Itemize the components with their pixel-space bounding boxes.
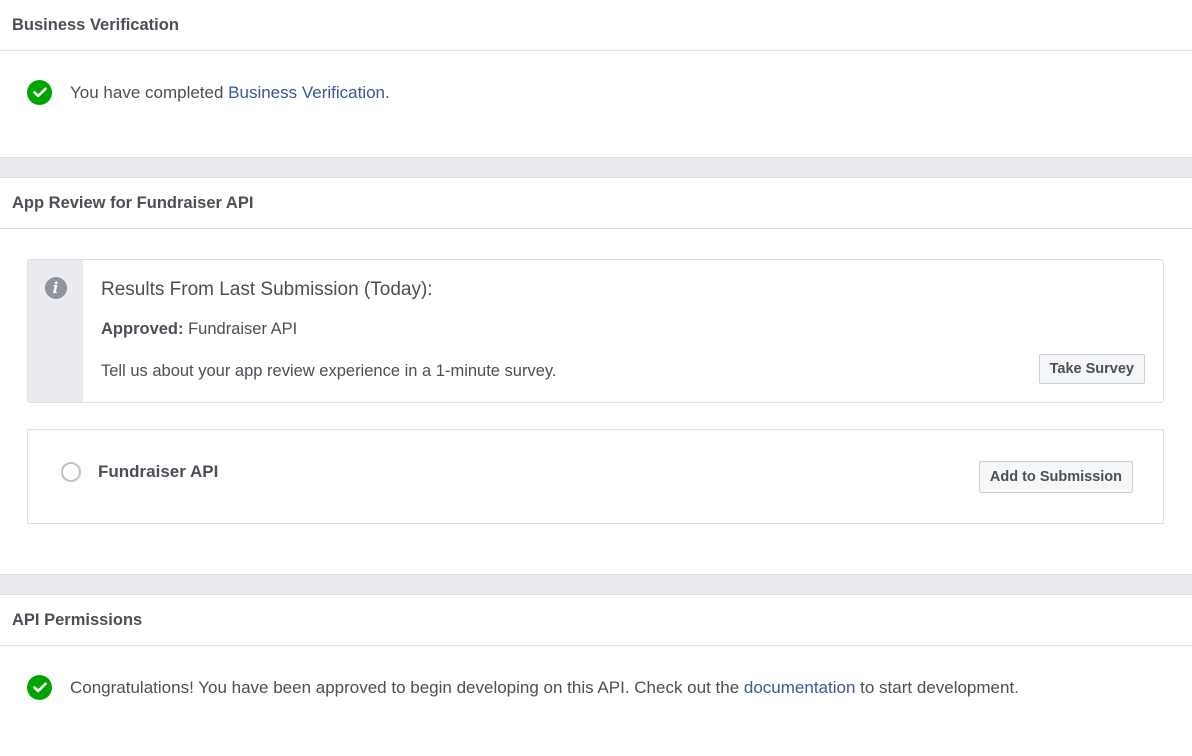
section-title: API Permissions (0, 595, 1192, 646)
api-item: Fundraiser API Add to Submission (27, 429, 1164, 524)
submission-results-box: i Results From Last Submission (Today): … (27, 259, 1164, 403)
section-title: Business Verification (0, 0, 1192, 51)
documentation-link[interactable]: documentation (744, 678, 856, 697)
check-circle-icon (27, 675, 52, 700)
section-title: App Review for Fundraiser API (0, 178, 1192, 229)
section-body: i Results From Last Submission (Today): … (0, 229, 1192, 574)
section-divider (0, 157, 1192, 178)
info-icon: i (44, 277, 67, 299)
approved-label: Approved: (101, 320, 184, 338)
api-select-radio[interactable] (61, 462, 81, 482)
info-sidebar: i (28, 260, 83, 402)
page: Business Verification You have completed… (0, 0, 1192, 756)
api-name: Fundraiser API (98, 462, 219, 481)
take-survey-button[interactable]: Take Survey (1038, 354, 1145, 384)
business-verification-section: Business Verification You have completed… (0, 0, 1192, 157)
check-circle-icon (27, 80, 52, 105)
status-text: Congratulations! You have been approved … (70, 678, 1019, 698)
status-prefix: Congratulations! You have been approved … (70, 677, 744, 697)
section-body: You have completed Business Verification… (0, 51, 1192, 157)
business-verification-link[interactable]: Business Verification (228, 83, 385, 102)
api-item-left: Fundraiser API (61, 462, 218, 482)
info-content: Results From Last Submission (Today): Ap… (83, 260, 1163, 402)
section-body: Congratulations! You have been approved … (0, 646, 1192, 700)
status-text: You have completed Business Verification… (70, 83, 390, 103)
survey-text: Tell us about your app review experience… (101, 361, 557, 380)
approved-value: Fundraiser API (183, 320, 298, 338)
section-divider (0, 574, 1192, 595)
status-suffix: . (385, 82, 390, 102)
survey-row: Tell us about your app review experience… (101, 354, 1145, 384)
app-review-section: App Review for Fundraiser API i Results … (0, 178, 1192, 574)
add-to-submission-button[interactable]: Add to Submission (978, 460, 1133, 493)
status-suffix: to start development. (855, 677, 1019, 697)
api-permissions-section: API Permissions Congratulations! You hav… (0, 595, 1192, 700)
verification-status: You have completed Business Verification… (0, 80, 1192, 105)
approved-line: Approved: Fundraiser API (101, 320, 1145, 339)
permissions-status: Congratulations! You have been approved … (0, 675, 1192, 700)
status-prefix: You have completed (70, 82, 229, 102)
results-heading: Results From Last Submission (Today): (101, 279, 433, 300)
